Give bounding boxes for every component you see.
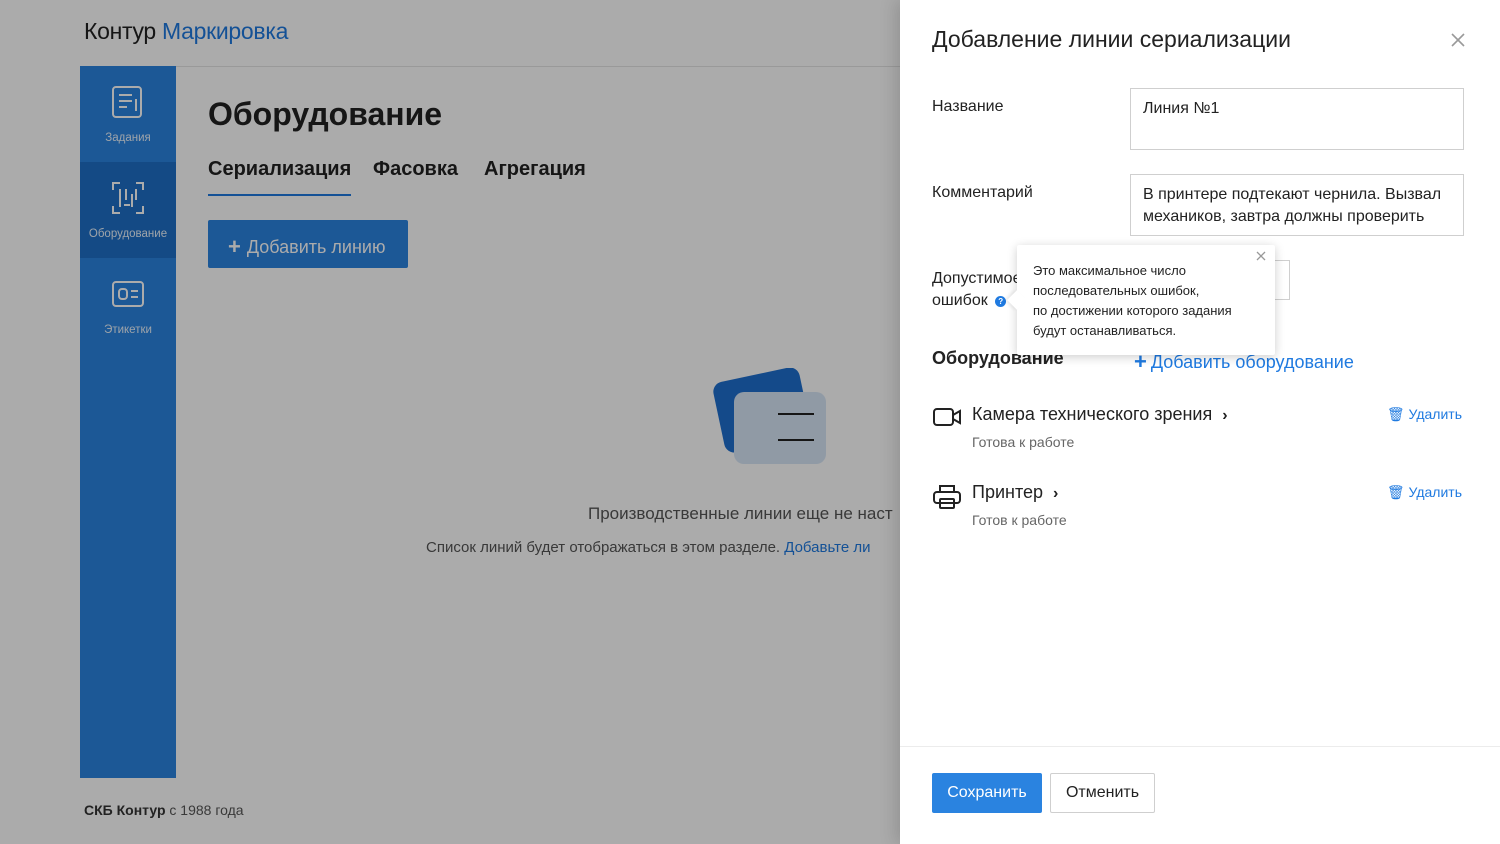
delete-equipment-button[interactable]: 🗑 Удалить	[1387, 484, 1462, 501]
help-tooltip: Это максимальное число последовательных …	[1017, 245, 1275, 355]
delete-equipment-button[interactable]: 🗑 Удалить	[1387, 406, 1462, 423]
equipment-item-printer: Принтер › Готов к работе 🗑 Удалить	[932, 482, 1468, 542]
trash-icon: 🗑	[1386, 406, 1405, 422]
equipment-name: Принтер	[972, 482, 1044, 502]
save-button[interactable]: Сохранить	[932, 773, 1042, 813]
close-icon[interactable]	[1448, 30, 1468, 50]
tooltip-text: по достижении которого задания	[1033, 303, 1232, 318]
errors-label-line2: ошибок	[932, 292, 988, 309]
delete-label: Удалить	[1408, 406, 1462, 422]
cancel-button[interactable]: Отменить	[1050, 773, 1155, 813]
chevron-right-icon: ›	[1222, 407, 1228, 424]
add-equipment-label: Добавить оборудование	[1150, 352, 1354, 372]
help-icon[interactable]: ?	[995, 296, 1007, 307]
name-field[interactable]: Линия №1	[1130, 88, 1464, 150]
equipment-link[interactable]: Камера технического зрения ›	[972, 404, 1228, 425]
tooltip-text: Это максимальное число	[1033, 263, 1187, 278]
printer-icon	[933, 485, 961, 509]
trash-icon: 🗑	[1386, 484, 1405, 500]
delete-label: Удалить	[1408, 484, 1462, 500]
equipment-link[interactable]: Принтер ›	[972, 482, 1058, 503]
comment-field[interactable]: В принтере подтекают чернила. Вызвал мех…	[1130, 174, 1464, 236]
side-panel: Добавление линии сериализации Название Л…	[900, 0, 1500, 844]
chevron-right-icon: ›	[1053, 485, 1059, 502]
tooltip-text: последовательных ошибок,	[1033, 283, 1200, 298]
panel-footer: Сохранить Отменить	[900, 746, 1500, 844]
comment-label: Комментарий	[932, 184, 1033, 201]
equipment-status: Готов к работе	[972, 512, 1067, 528]
name-label: Название	[932, 98, 1004, 115]
camera-icon	[933, 408, 961, 426]
errors-label: Допустимое ошибок ?	[932, 268, 1021, 312]
panel-title: Добавление линии сериализации	[932, 26, 1291, 52]
equipment-item-camera: Камера технического зрения › Готова к раб…	[932, 404, 1468, 464]
errors-label-line1: Допустимое	[932, 270, 1022, 287]
equipment-name: Камера технического зрения	[972, 404, 1213, 424]
tooltip-text: будут останавливаться.	[1033, 323, 1177, 338]
equipment-status: Готова к работе	[972, 434, 1075, 450]
